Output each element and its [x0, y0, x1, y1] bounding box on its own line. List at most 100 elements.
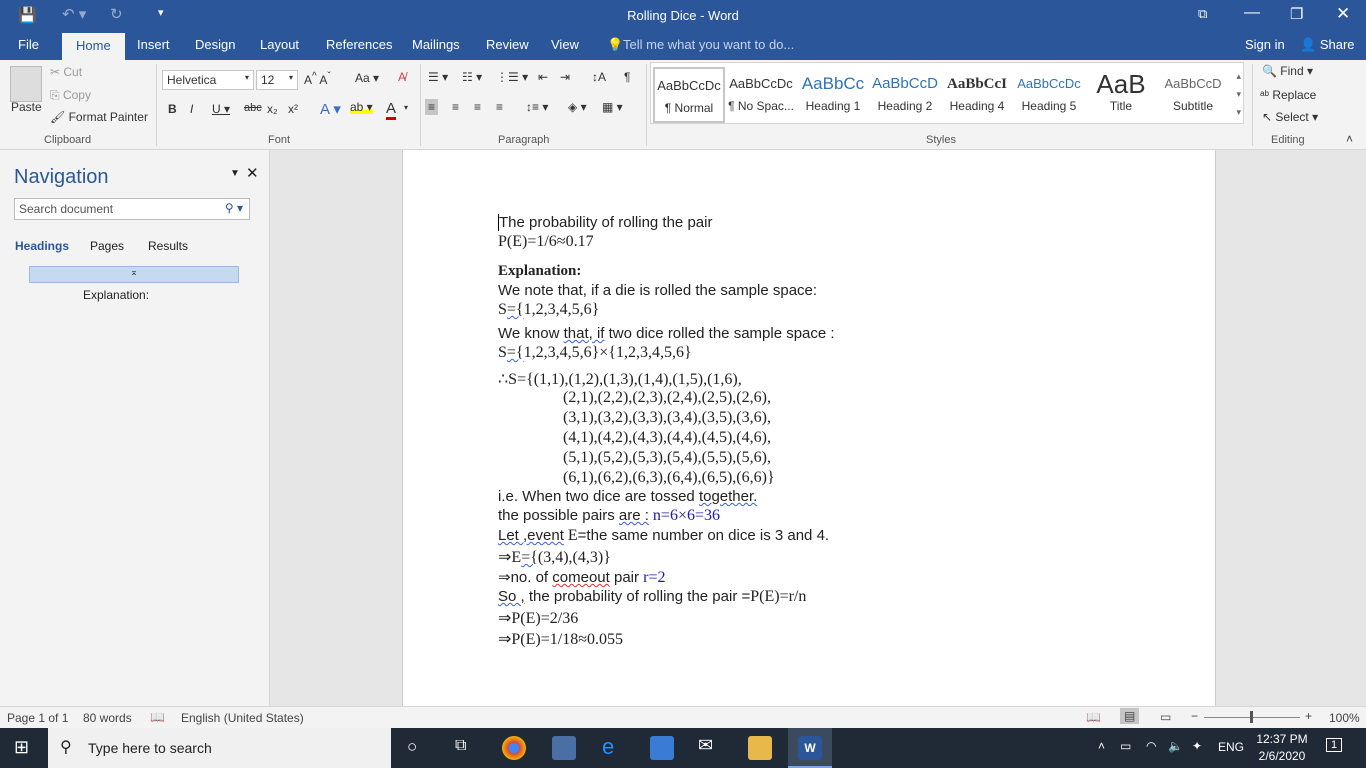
action-center-icon[interactable]: 1	[1326, 738, 1343, 752]
justify-button[interactable]: ≡	[496, 100, 503, 114]
decrease-indent-icon[interactable]: ⇤	[538, 70, 548, 84]
word-count[interactable]: 80 words	[83, 711, 132, 725]
nav-tab-results[interactable]: Results	[148, 239, 188, 253]
multilevel-list-icon[interactable]: ⋮☰ ▾	[496, 70, 528, 84]
numbering-icon[interactable]: ☷ ▾	[462, 70, 482, 84]
search-document-input[interactable]: Search document ⚲ ▾	[14, 198, 250, 220]
proofing-icon[interactable]: 📖	[150, 710, 165, 724]
italic-button[interactable]: I	[190, 102, 193, 116]
show-hidden-icons[interactable]: ˄	[1098, 739, 1105, 753]
text-effects-icon[interactable]: A ▾	[320, 100, 341, 118]
web-layout-icon[interactable]: ▭	[1160, 710, 1171, 724]
search-icon[interactable]: ⚲ ▾	[225, 201, 243, 215]
bold-button[interactable]: B	[168, 102, 177, 116]
zoom-in-button[interactable]: +	[1305, 709, 1312, 723]
mail-icon[interactable]: ✉	[698, 735, 713, 756]
task-view-icon[interactable]: ⧉	[455, 737, 466, 755]
clock-date[interactable]: 2/6/2020	[1254, 749, 1310, 763]
increase-indent-icon[interactable]: ⇥	[560, 70, 570, 84]
nav-tab-pages[interactable]: Pages	[90, 239, 124, 253]
zoom-level[interactable]: 100%	[1329, 711, 1360, 725]
clear-formatting-icon[interactable]: A̸	[398, 70, 406, 84]
style-heading-1[interactable]: AaBbCc Heading 1	[797, 67, 869, 123]
nav-heading-untitled[interactable]: ⌅	[29, 266, 239, 283]
print-layout-icon[interactable]: ▤	[1120, 708, 1140, 724]
volume-icon[interactable]: 🔈	[1168, 739, 1183, 753]
show-formatting-icon[interactable]: ¶	[624, 70, 630, 84]
zoom-slider-thumb[interactable]	[1250, 711, 1253, 723]
taskbar-search[interactable]: ⚲ Type here to search	[48, 728, 391, 768]
undo-icon[interactable]: ↶ ▾	[62, 5, 86, 23]
format-painter-button[interactable]: 🖌 Format Painter	[50, 110, 148, 124]
font-name-select[interactable]: Helvetica ▾	[162, 70, 254, 90]
style-title[interactable]: AaB Title	[1085, 67, 1157, 123]
line-spacing-icon[interactable]: ↕≡ ▾	[526, 100, 548, 114]
tab-insert[interactable]: Insert	[137, 37, 170, 52]
start-button[interactable]: ⊞	[14, 737, 29, 758]
shading-icon[interactable]: ◈ ▾	[568, 100, 587, 114]
page-count[interactable]: Page 1 of 1	[7, 711, 68, 725]
file-explorer-icon[interactable]	[748, 736, 772, 760]
document-page[interactable]: The probability of rolling the pair P(E)…	[402, 150, 1216, 706]
language[interactable]: English (United States)	[181, 711, 304, 725]
copy-button[interactable]: ⎘ Copy	[50, 88, 91, 103]
superscript-button[interactable]: x²	[288, 102, 298, 116]
style-subtitle[interactable]: AaBbCcD Subtitle	[1157, 67, 1229, 123]
align-left-button[interactable]: ≡	[425, 99, 439, 115]
tab-references[interactable]: References	[326, 37, 392, 52]
ribbon-display-icon[interactable]: ⧉	[1198, 6, 1207, 22]
tab-file[interactable]: File	[18, 37, 39, 52]
borders-icon[interactable]: ▦ ▾	[602, 100, 623, 114]
styles-scroll-icon[interactable]: ▴ ▾ ▾	[1236, 67, 1241, 121]
restore-button[interactable]: ❐	[1290, 5, 1303, 23]
strikethrough-button[interactable]: abc	[244, 102, 262, 114]
style-normal[interactable]: AaBbCcDc ¶ Normal	[653, 67, 725, 123]
font-color-icon[interactable]: A	[386, 100, 397, 120]
cut-button[interactable]: ✂ Cut	[50, 65, 82, 79]
underline-button[interactable]: U ▾	[212, 102, 230, 116]
wifi-icon[interactable]: ◠	[1146, 739, 1156, 753]
minimize-button[interactable]: —	[1244, 4, 1260, 22]
paste-button[interactable]: Paste	[11, 100, 42, 114]
align-center-button[interactable]: ≡	[452, 100, 459, 114]
subscript-button[interactable]: x₂	[267, 102, 278, 116]
style-no-spacing[interactable]: AaBbCcDc ¶ No Spac...	[725, 67, 797, 123]
input-language[interactable]: ENG	[1218, 740, 1244, 754]
find-button[interactable]: 🔍 Find ▾	[1262, 64, 1313, 78]
customize-qat-icon[interactable]: ▾	[158, 6, 164, 19]
tab-view[interactable]: View	[551, 37, 579, 52]
tab-home[interactable]: Home	[62, 33, 125, 60]
edge-icon[interactable]: e	[602, 734, 614, 760]
sort-icon[interactable]: ↕A	[592, 70, 606, 84]
clock-time[interactable]: 12:37 PM	[1254, 732, 1310, 746]
redo-icon[interactable]: ↻	[110, 5, 123, 23]
sign-in-link[interactable]: Sign in	[1245, 37, 1285, 52]
style-heading-4[interactable]: AaBbCcI Heading 4	[941, 67, 1013, 123]
replace-button[interactable]: ᵃᵇ Replace	[1260, 88, 1316, 102]
paste-icon[interactable]	[10, 66, 42, 102]
change-case-icon[interactable]: Aa ▾	[355, 71, 379, 85]
battery-icon[interactable]: ▭	[1120, 739, 1131, 753]
grow-font-icon[interactable]: A^ Aˇ	[304, 71, 331, 87]
select-button[interactable]: ↖ Select ▾	[1262, 110, 1318, 124]
tab-mailings[interactable]: Mailings	[412, 37, 460, 52]
style-heading-5[interactable]: AaBbCcDc Heading 5	[1013, 67, 1085, 123]
align-right-button[interactable]: ≡	[474, 100, 481, 114]
nav-heading-explanation[interactable]: Explanation:	[83, 288, 149, 302]
tab-design[interactable]: Design	[195, 37, 235, 52]
collapse-ribbon-icon[interactable]: ˄	[1346, 132, 1353, 146]
nav-tab-headings[interactable]: Headings	[15, 239, 69, 253]
calculator-icon[interactable]	[552, 736, 576, 760]
close-button[interactable]: ✕	[1336, 4, 1350, 24]
highlight-icon[interactable]: ab ▾	[350, 100, 373, 114]
bullets-icon[interactable]: ☰ ▾	[428, 70, 448, 84]
chrome-icon[interactable]	[502, 736, 526, 760]
cortana-icon[interactable]: ○	[407, 737, 417, 757]
share-button[interactable]: 👤 Share	[1300, 37, 1355, 53]
nav-close-icon[interactable]: ✕	[246, 164, 259, 182]
dropbox-icon[interactable]: ✦	[1192, 739, 1202, 753]
zoom-out-button[interactable]: −	[1191, 709, 1198, 723]
nav-options-icon[interactable]: ▼	[230, 168, 240, 179]
store-icon[interactable]	[650, 736, 674, 760]
style-heading-2[interactable]: AaBbCcD Heading 2	[869, 67, 941, 123]
